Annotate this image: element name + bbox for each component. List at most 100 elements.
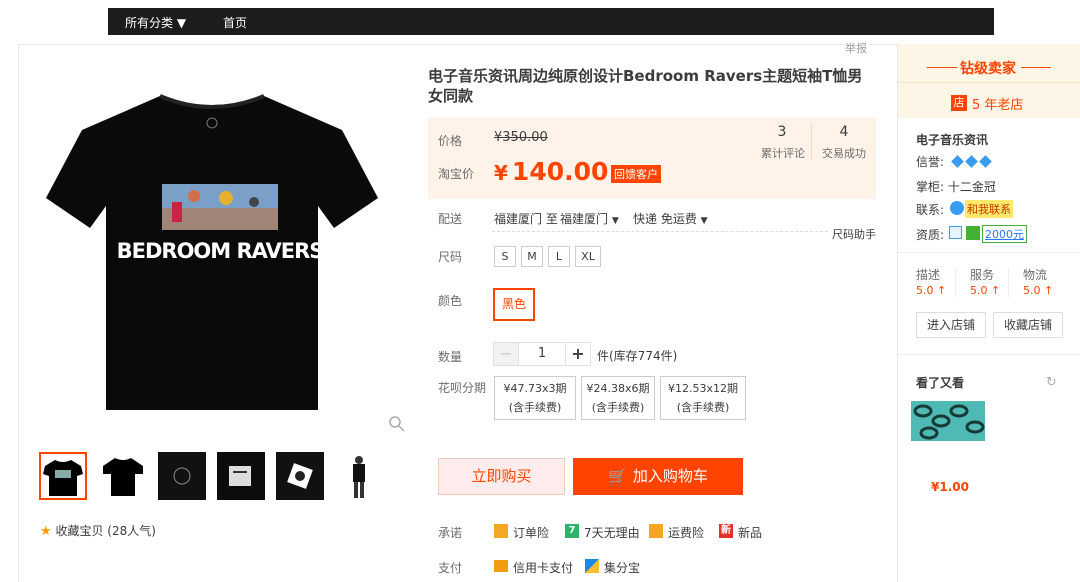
installment-fee-note: (含手续费): [508, 401, 562, 414]
refresh-icon[interactable]: ↻: [1046, 375, 1057, 390]
installment-fee-note: (含手续费): [676, 401, 730, 414]
size-option-m[interactable]: M: [521, 246, 543, 267]
shipping-insurance-icon: [649, 524, 663, 538]
decorative-line: [927, 67, 957, 68]
size-option-xl[interactable]: XL: [575, 246, 601, 267]
rating-logistics-label: 物流: [1023, 268, 1048, 282]
divider: [898, 82, 1080, 83]
seller-level: 钻级卖家: [960, 61, 1016, 77]
promise-seven-day-return[interactable]: 7天无理由: [584, 524, 640, 541]
order-insurance-icon: [494, 524, 508, 538]
divider: [1008, 268, 1009, 298]
divider: [898, 252, 1080, 253]
sales-count: 4: [839, 124, 849, 140]
id-verified-icon: [949, 226, 962, 239]
wangwang-icon[interactable]: [950, 201, 964, 215]
quantity-increase-button[interactable]: +: [565, 342, 591, 366]
reviews-count[interactable]: 3: [762, 124, 802, 140]
thumbnail-3[interactable]: [158, 452, 206, 500]
shop-name[interactable]: 电子音乐资讯: [916, 131, 988, 148]
product-title: 电子音乐资讯周边纯原创设计Bedroom Ravers主题短袖T恤男女同款: [428, 67, 863, 105]
promise-order-insurance[interactable]: 订单险: [513, 524, 549, 541]
store-icon: 店: [951, 95, 967, 111]
favorite-product[interactable]: ★ 收藏宝贝 (28人气): [40, 522, 156, 539]
payment-label: 支付: [438, 561, 463, 575]
enter-shop-button[interactable]: 进入店铺: [916, 312, 986, 338]
price-label: 价格: [438, 134, 463, 148]
contact-me-button[interactable]: 和我联系: [965, 200, 1013, 218]
shipping-method: 快递 免运费: [633, 212, 697, 226]
recommend-price: ¥1.00: [931, 480, 969, 494]
content-border-left: [18, 44, 19, 582]
size-option-l[interactable]: L: [548, 246, 570, 267]
payment-jifenbao[interactable]: 集分宝: [604, 559, 640, 576]
delivery-to-select[interactable]: 福建厦门 ▼: [560, 210, 619, 227]
quantity-decrease-button[interactable]: −: [493, 342, 519, 366]
installment-amount: ¥24.38x6期: [586, 382, 650, 395]
dashed-divider: [492, 231, 828, 232]
thumbnail-5[interactable]: [276, 452, 324, 500]
rating-service-score: 5.0 ↑: [970, 284, 1001, 297]
installment-amount: ¥47.73x3期: [503, 382, 567, 395]
delivery-to-city: 福建厦门: [560, 212, 609, 226]
quantity-label: 数量: [438, 350, 463, 364]
promo-badge: 回馈客户: [611, 165, 661, 183]
stock-info: 件(库存774件): [597, 349, 678, 363]
current-price-value: 140.00: [511, 157, 609, 186]
favorite-shop-button[interactable]: 收藏店铺: [993, 312, 1063, 338]
buy-now-button[interactable]: 立即购买: [438, 458, 565, 495]
color-label: 颜色: [438, 294, 463, 308]
size-option-s[interactable]: S: [494, 246, 516, 267]
rating-description-label: 描述: [916, 268, 941, 282]
installment-amount: ¥12.53x12期: [668, 382, 738, 395]
thumbnail-6[interactable]: [335, 452, 383, 500]
size-helper-link[interactable]: 尺码助手: [832, 226, 876, 242]
add-to-cart-button[interactable]: 🛒 加入购物车: [573, 458, 743, 495]
delivery-from: 福建厦门 至: [494, 212, 558, 226]
zoom-icon[interactable]: [389, 416, 405, 432]
jifenbao-icon: [585, 559, 599, 573]
seven-day-return-icon: 7: [565, 524, 579, 538]
deposit-amount[interactable]: 2000元: [982, 225, 1027, 243]
new-product-icon: 新: [719, 524, 733, 538]
chevron-down-icon: ▼: [700, 216, 708, 226]
rating-service-label: 服务: [970, 268, 995, 282]
rating-description-score: 5.0 ↑: [916, 284, 947, 297]
all-categories-menu[interactable]: 所有分类 ▼: [125, 14, 186, 31]
product-main-image[interactable]: BEDROOM RAVERS: [42, 78, 382, 418]
star-icon: ★: [40, 524, 52, 539]
installment-option-12[interactable]: ¥12.53x12期 (含手续费): [660, 376, 746, 420]
payment-credit-card[interactable]: 信用卡支付: [513, 559, 573, 576]
promise-shipping-insurance[interactable]: 运费险: [668, 524, 704, 541]
tshirt-print-text: BEDROOM RAVERS: [117, 239, 324, 263]
credit-label: 信誉:: [916, 155, 945, 169]
installment-option-3[interactable]: ¥47.73x3期 (含手续费): [494, 376, 576, 420]
contact-label: 联系:: [916, 203, 945, 217]
promise-label: 承诺: [438, 526, 463, 540]
quantity-input[interactable]: 1: [519, 342, 565, 366]
decorative-line: [1021, 67, 1051, 68]
divider: [955, 268, 956, 298]
recommend-product-image[interactable]: [911, 401, 985, 441]
currency-symbol: ¥: [494, 161, 508, 185]
shop-years: 5 年老店: [972, 98, 1024, 113]
thumbnail-2[interactable]: [99, 452, 147, 500]
promise-new-product[interactable]: 新品: [738, 524, 762, 541]
thumbnail-1[interactable]: [39, 452, 87, 500]
qualification-label: 资质:: [916, 228, 945, 242]
top-nav-bar: 所有分类 ▼ 首页: [108, 8, 994, 35]
deposit-icon: [966, 226, 980, 240]
reviews-label[interactable]: 累计评论: [758, 145, 808, 161]
home-link[interactable]: 首页: [223, 14, 247, 31]
sales-label: 交易成功: [822, 147, 866, 160]
delivery-label: 配送: [438, 212, 463, 226]
stat-divider: [811, 124, 812, 160]
installment-fee-note: (含手续费): [591, 401, 645, 414]
cart-icon: 🛒: [608, 467, 627, 485]
installment-option-6[interactable]: ¥24.38x6期 (含手续费): [581, 376, 655, 420]
color-option-black[interactable]: 黑色: [493, 288, 535, 321]
shipping-method-select[interactable]: 快递 免运费 ▼: [633, 210, 708, 227]
thumbnail-4[interactable]: [217, 452, 265, 500]
report-link[interactable]: 举报: [843, 40, 869, 56]
installment-label: 花呗分期: [438, 381, 487, 395]
